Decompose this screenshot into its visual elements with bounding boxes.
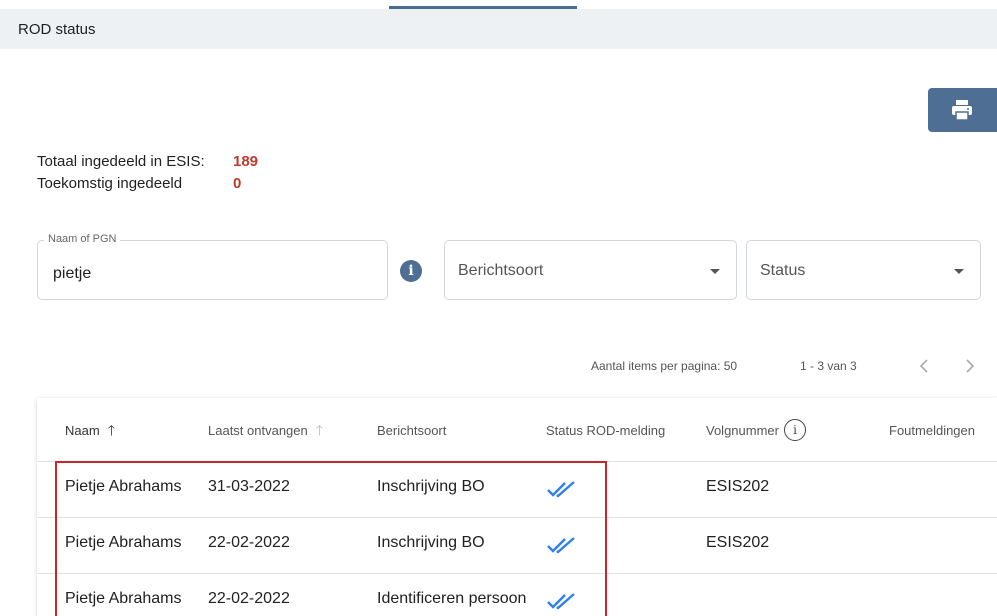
berichtsoort-select[interactable]: Berichtsoort <box>444 240 737 300</box>
page-title: ROD status <box>18 21 96 38</box>
column-header-laatst-label: Laatst ontvangen <box>208 423 308 438</box>
column-header-laatst[interactable]: Laatst ontvangen 🡑 <box>208 423 323 438</box>
naam-field-label: Naam of PGN <box>44 233 121 245</box>
column-header-volgnummer: Volgnummer i <box>706 419 806 441</box>
future-label: Toekomstig ingedeeld <box>37 175 183 192</box>
summary-total-row: Totaal ingedeeld in ESIS: 189 <box>37 151 258 173</box>
naam-field: Naam of PGN <box>37 233 388 300</box>
cell-laatst: 22-02-2022 <box>208 590 290 607</box>
table-header: Naam 🡑 Laatst ontvangen 🡑 Berichtsoort S… <box>37 398 997 462</box>
total-value: 189 <box>233 153 259 170</box>
summary-block: Totaal ingedeeld in ESIS: 189 Toekomstig… <box>37 151 258 195</box>
arrow-up-icon: 🡑 <box>107 422 115 438</box>
double-check-icon <box>546 535 578 560</box>
column-header-berichtsoort: Berichtsoort <box>377 423 446 438</box>
cell-berichtsoort: Inschrijving BO <box>377 534 485 551</box>
column-header-status-label: Status ROD-melding <box>546 423 666 438</box>
arrow-up-icon: 🡑 <box>315 422 324 438</box>
print-button[interactable] <box>928 88 997 132</box>
cell-volgnummer: ESIS202 <box>706 534 770 551</box>
chevron-right-icon <box>966 359 975 373</box>
info-icon[interactable]: i <box>783 419 806 441</box>
column-header-foutmeldingen: Foutmeldingen <box>889 423 975 438</box>
cell-berichtsoort: Inschrijving BO <box>377 478 485 495</box>
items-per-page[interactable]: Aantal items per pagina: 50 <box>591 359 737 373</box>
chevron-down-icon <box>954 269 964 274</box>
table-row[interactable]: Pietje Abrahams 22-02-2022 Identificeren… <box>37 574 997 616</box>
prev-page-button[interactable] <box>914 355 934 377</box>
cell-naam: Pietje Abrahams <box>65 590 182 607</box>
results-table: Naam 🡑 Laatst ontvangen 🡑 Berichtsoort S… <box>37 398 997 616</box>
status-select[interactable]: Status <box>746 240 981 300</box>
status-placeholder: Status <box>760 262 806 279</box>
page-range: 1 - 3 van 3 <box>800 359 857 373</box>
table-row[interactable]: Pietje Abrahams 22-02-2022 Inschrijving … <box>37 518 997 574</box>
cell-naam: Pietje Abrahams <box>65 534 182 551</box>
summary-future-row: Toekomstig ingedeeld 0 <box>37 173 258 195</box>
paginator: Aantal items per pagina: 50 1 - 3 van 3 <box>0 355 997 377</box>
section-header: ROD status <box>0 9 997 49</box>
printer-icon <box>952 100 972 121</box>
berichtsoort-placeholder: Berichtsoort <box>458 262 544 279</box>
chevron-left-icon <box>919 359 928 373</box>
cell-naam: Pietje Abrahams <box>65 478 182 495</box>
chevron-down-icon <box>710 269 720 274</box>
info-icon[interactable]: i <box>400 260 422 282</box>
column-header-berichtsoort-label: Berichtsoort <box>377 423 447 438</box>
total-label: Totaal ingedeeld in ESIS: <box>37 153 205 170</box>
naam-input[interactable] <box>53 265 373 283</box>
next-page-button[interactable] <box>960 355 980 377</box>
double-check-icon <box>546 591 578 616</box>
table-row[interactable]: Pietje Abrahams 31-03-2022 Inschrijving … <box>37 462 997 518</box>
cell-laatst: 22-02-2022 <box>208 534 290 551</box>
future-value: 0 <box>233 175 242 192</box>
column-header-volgnummer-label: Volgnummer <box>706 422 779 438</box>
top-tab-strip <box>0 0 997 9</box>
column-header-naam[interactable]: Naam 🡑 <box>65 423 115 438</box>
cell-volgnummer: ESIS202 <box>706 478 770 495</box>
cell-berichtsoort: Identificeren persoon <box>377 590 527 607</box>
column-header-foutmeldingen-label: Foutmeldingen <box>889 423 975 438</box>
double-check-icon <box>546 479 578 504</box>
column-header-naam-label: Naam <box>65 423 100 438</box>
cell-laatst: 31-03-2022 <box>208 478 290 495</box>
column-header-status: Status ROD-melding <box>546 423 665 438</box>
